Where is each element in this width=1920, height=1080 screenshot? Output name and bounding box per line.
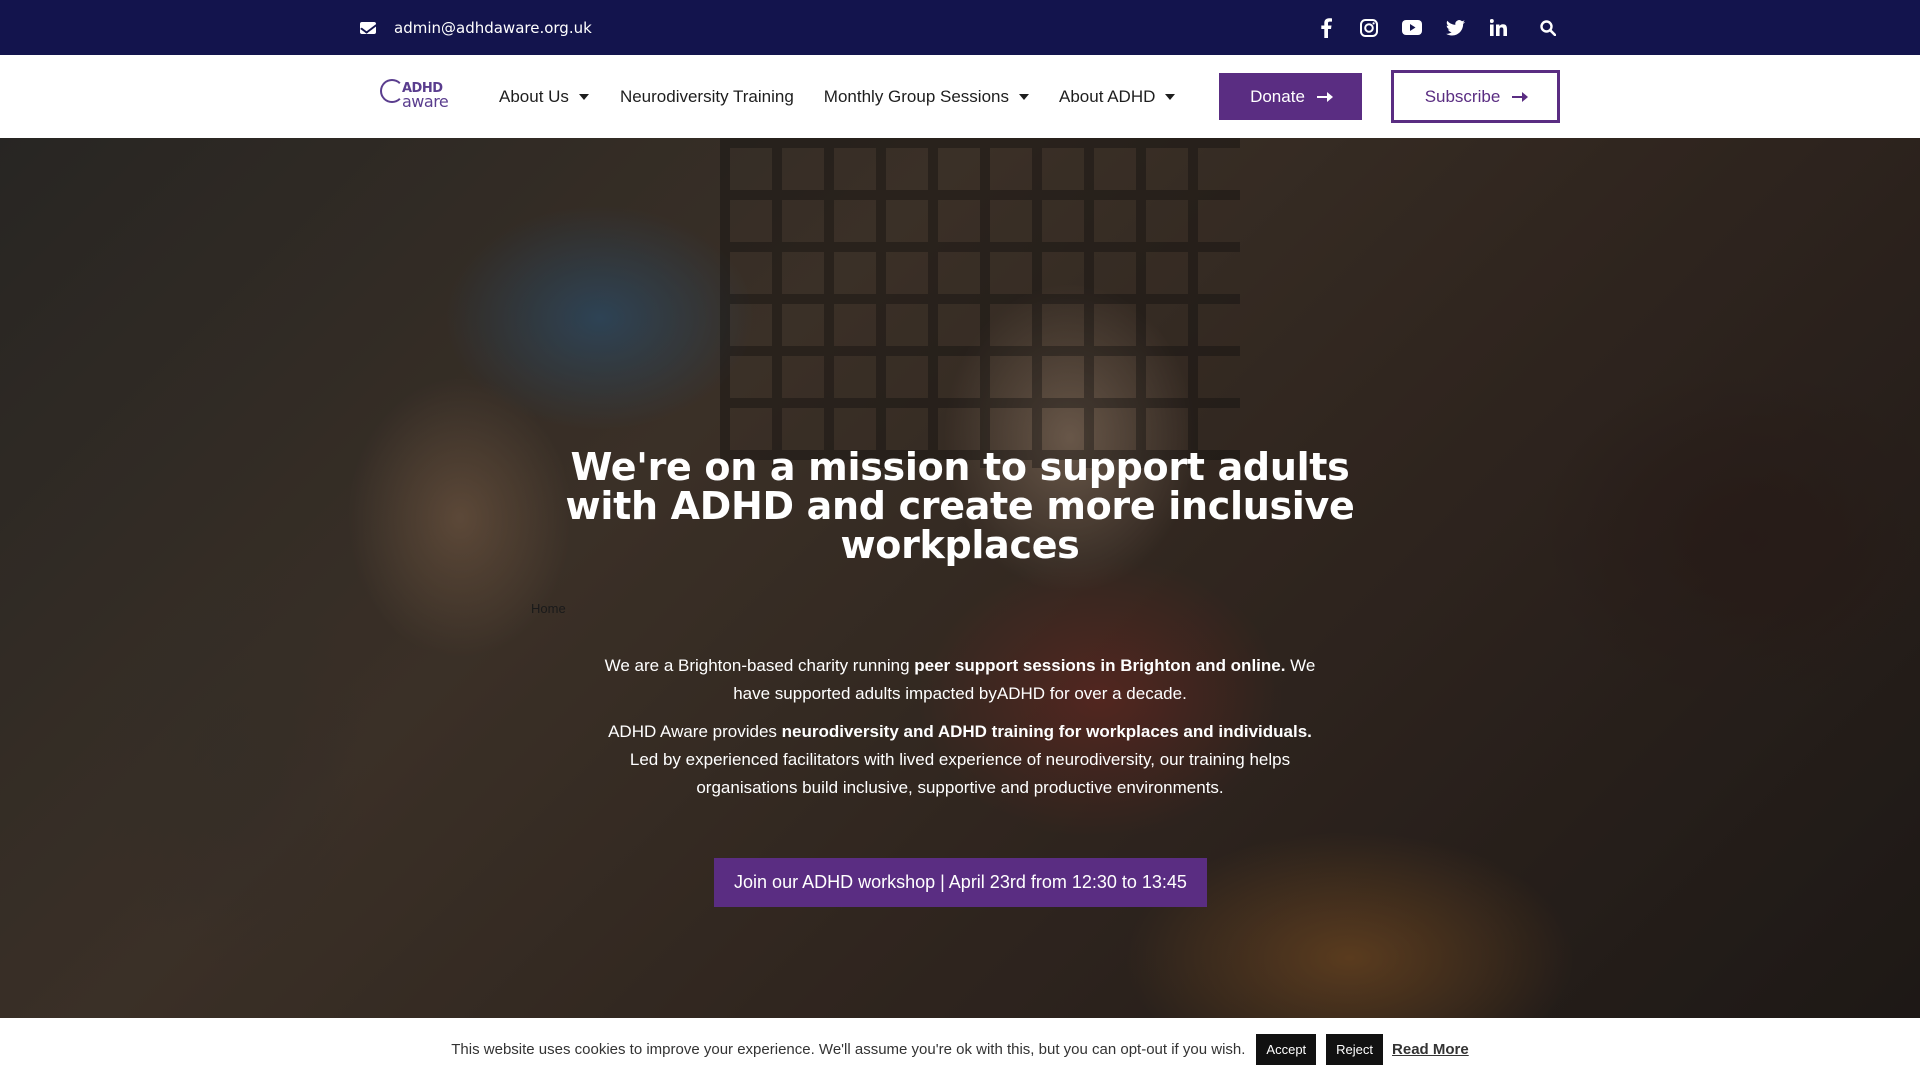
email-text: admin@adhdaware.org.uk [394,18,592,37]
subscribe-button[interactable]: Subscribe [1391,70,1560,123]
nav-item-about-us[interactable]: About Us [499,87,589,107]
workshop-cta-button[interactable]: Join our ADHD workshop | April 23rd from… [714,858,1207,907]
p2-text-bold: neurodiversity and ADHD training for wor… [781,722,1312,741]
p2-text-c: Led by experienced facilitators with liv… [629,750,1291,797]
top-bar: admin@adhdaware.org.uk [0,0,1920,55]
envelope-icon [360,21,376,34]
email-link[interactable]: admin@adhdaware.org.uk [360,0,592,55]
breadcrumb-home[interactable]: Home [531,601,566,616]
nav-item-monthly-group-sessions[interactable]: Monthly Group Sessions [824,87,1029,107]
hero-section: We're on a mission to support adults wit… [0,138,1920,1018]
subscribe-label: Subscribe [1424,86,1501,106]
twitter-icon[interactable] [1443,16,1467,40]
hero-title: We're on a mission to support adults wit… [565,445,1355,567]
nav-item-about-adhd[interactable]: About ADHD [1059,86,1176,107]
logo-text-bottom: aware [402,92,449,111]
logo-swirl-icon [380,79,404,103]
p1-text-bold: peer support sessions in Brighton and on… [914,656,1286,675]
nav-item-label: Monthly Group Sessions [823,86,1009,106]
youtube-icon[interactable] [1400,16,1424,40]
social-links [1300,0,1560,55]
chevron-down-icon [1019,93,1029,100]
donate-label: Donate [1250,86,1305,106]
cookie-read-more-link[interactable]: Read More [1392,1041,1469,1058]
donate-button[interactable]: Donate [1219,73,1362,120]
nav-item-neurodiversity-training[interactable]: Neurodiversity Training [620,87,794,107]
cookie-accept-button[interactable]: Accept [1256,1033,1317,1065]
chevron-down-icon [578,93,589,100]
instagram-icon[interactable] [1357,16,1381,40]
search-icon[interactable] [1536,16,1560,40]
nav-item-label: About ADHD [1059,86,1156,106]
nav-menu: About Us Neurodiversity Training Monthly… [499,55,1176,138]
site-logo[interactable]: ADHD aware [378,77,452,113]
p1-text-a: We are a Brighton-based charity running [604,656,915,675]
p2-text-a: ADHD Aware provides [608,722,782,741]
cookie-banner: This website uses cookies to improve you… [0,1018,1920,1080]
cookie-text: This website uses cookies to improve you… [451,1040,1246,1058]
hero-paragraph-2: ADHD Aware provides neurodiversity and A… [600,718,1320,802]
nav-item-label: About Us [499,86,569,106]
facebook-icon[interactable] [1314,16,1338,40]
hero-paragraph-1: We are a Brighton-based charity running … [600,652,1320,708]
linkedin-icon[interactable] [1486,16,1510,40]
main-nav: ADHD aware About Us Neurodiversity Train… [0,55,1920,138]
chevron-down-icon [1165,93,1176,100]
arrow-right-icon [1512,91,1529,102]
nav-item-label: Neurodiversity Training [619,86,794,106]
cookie-reject-button[interactable]: Reject [1326,1033,1384,1065]
arrow-right-icon [1316,91,1333,102]
